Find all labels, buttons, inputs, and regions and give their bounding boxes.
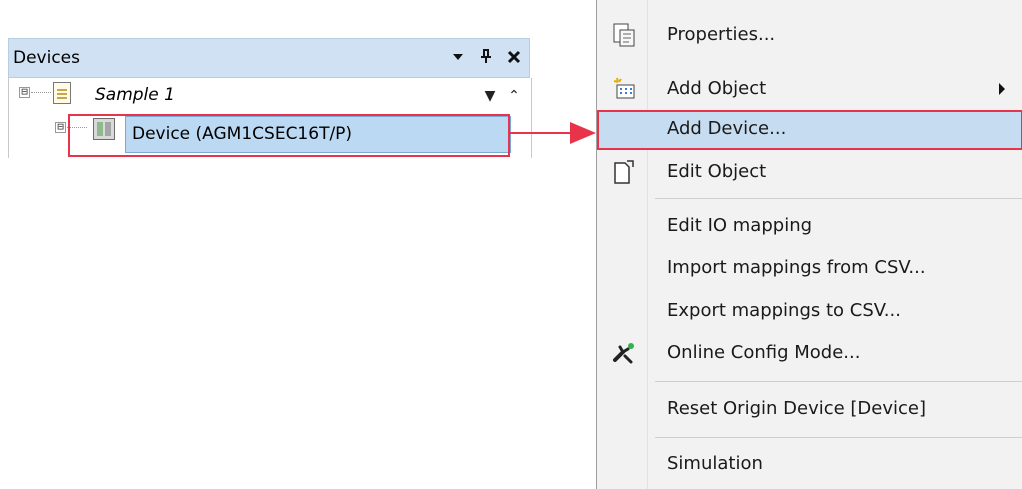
menu-label: Online Config Mode... bbox=[667, 342, 861, 363]
close-icon[interactable] bbox=[507, 45, 521, 69]
device-expander[interactable]: ⊟ bbox=[55, 121, 66, 133]
add-object-icon bbox=[611, 76, 637, 102]
menu-item-online-config-mode[interactable]: Online Config Mode... bbox=[597, 334, 1022, 374]
project-label[interactable]: Sample 1 bbox=[95, 85, 175, 105]
menu-label: Add Device... bbox=[667, 118, 787, 139]
devices-panel-title: Devices bbox=[13, 48, 80, 68]
menu-item-properties[interactable]: Properties... bbox=[597, 16, 1022, 56]
device-highlight-outline bbox=[68, 114, 510, 157]
menu-label: Properties... bbox=[667, 24, 776, 45]
menu-item-edit-object[interactable]: Edit Object bbox=[597, 153, 1022, 193]
callout-arrow-icon bbox=[570, 122, 596, 144]
menu-label: Edit IO mapping bbox=[667, 215, 813, 236]
callout-arrow-line bbox=[510, 132, 572, 134]
submenu-arrow-icon bbox=[999, 83, 1005, 95]
tree-connector bbox=[31, 92, 51, 93]
menu-item-import-mappings[interactable]: Import mappings from CSV... bbox=[597, 249, 1022, 289]
menu-item-edit-io-mapping[interactable]: Edit IO mapping bbox=[597, 207, 1022, 247]
menu-item-export-mappings[interactable]: Export mappings to CSV... bbox=[597, 292, 1022, 332]
menu-item-add-device[interactable]: Add Device... bbox=[597, 110, 1022, 150]
scroll-up-icon[interactable]: ⌃ bbox=[503, 86, 525, 108]
online-config-icon bbox=[611, 340, 637, 366]
menu-separator bbox=[655, 437, 1022, 438]
menu-separator bbox=[655, 198, 1022, 199]
edit-object-icon bbox=[611, 159, 637, 185]
tree-dropdown-icon[interactable]: ▼ bbox=[479, 86, 501, 108]
menu-separator bbox=[655, 381, 1022, 382]
project-icon bbox=[53, 82, 71, 104]
menu-label: Simulation bbox=[667, 453, 763, 474]
menu-item-simulation[interactable]: Simulation bbox=[597, 445, 1022, 485]
pin-icon[interactable] bbox=[479, 45, 493, 69]
menu-item-reset-origin-device[interactable]: Reset Origin Device [Device] bbox=[597, 390, 1022, 430]
menu-label: Import mappings from CSV... bbox=[667, 257, 926, 278]
project-expander[interactable]: ⊟ bbox=[19, 86, 30, 98]
properties-icon bbox=[611, 22, 637, 48]
menu-label: Add Object bbox=[667, 78, 767, 99]
menu-label: Export mappings to CSV... bbox=[667, 300, 901, 321]
menu-label: Edit Object bbox=[667, 161, 767, 182]
context-menu: Properties... Add Object Add Device... E… bbox=[596, 0, 1022, 489]
menu-label: Reset Origin Device [Device] bbox=[667, 398, 927, 419]
devices-panel-header: Devices bbox=[8, 38, 530, 78]
menu-item-add-object[interactable]: Add Object bbox=[597, 70, 1022, 110]
dropdown-arrow-icon[interactable] bbox=[451, 45, 465, 69]
